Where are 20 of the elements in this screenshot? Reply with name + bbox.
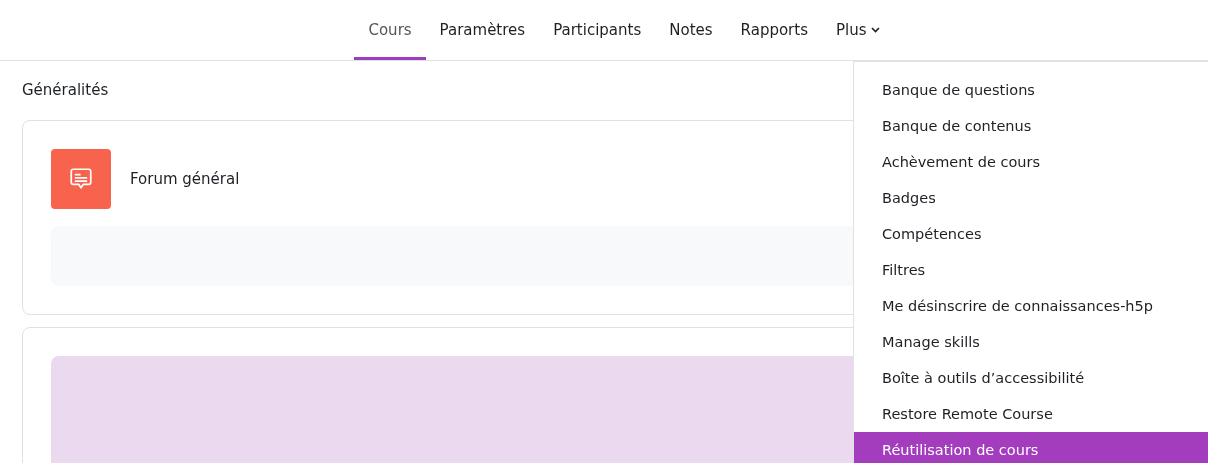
nav-tab[interactable]: Paramètres — [425, 0, 540, 60]
menu-item[interactable]: Achèvement de cours — [854, 144, 1208, 180]
menu-item[interactable]: Réutilisation de cours — [854, 432, 1208, 463]
nav-tab[interactable]: Notes — [655, 0, 727, 60]
nav-tab[interactable]: Plus — [821, 0, 894, 60]
menu-item[interactable]: Boîte à outils d’accessibilité — [854, 360, 1208, 396]
menu-item[interactable]: Badges — [854, 180, 1208, 216]
menu-item[interactable]: Banque de contenus — [854, 108, 1208, 144]
menu-item[interactable]: Manage skills — [854, 324, 1208, 360]
menu-item[interactable]: Banque de questions — [854, 72, 1208, 108]
menu-item[interactable]: Restore Remote Course — [854, 396, 1208, 432]
menu-item[interactable]: Filtres — [854, 252, 1208, 288]
section-title: Généralités — [22, 81, 109, 99]
menu-item[interactable]: Compétences — [854, 216, 1208, 252]
menu-item[interactable]: Me désinscrire de connaissances-h5p — [854, 288, 1208, 324]
nav-tab[interactable]: Rapports — [726, 0, 822, 60]
nav-tab[interactable]: Cours — [354, 0, 426, 60]
caret-icon — [870, 27, 880, 33]
nav-tab[interactable]: Participants — [539, 0, 656, 60]
activity-name[interactable]: Forum général — [130, 170, 240, 188]
